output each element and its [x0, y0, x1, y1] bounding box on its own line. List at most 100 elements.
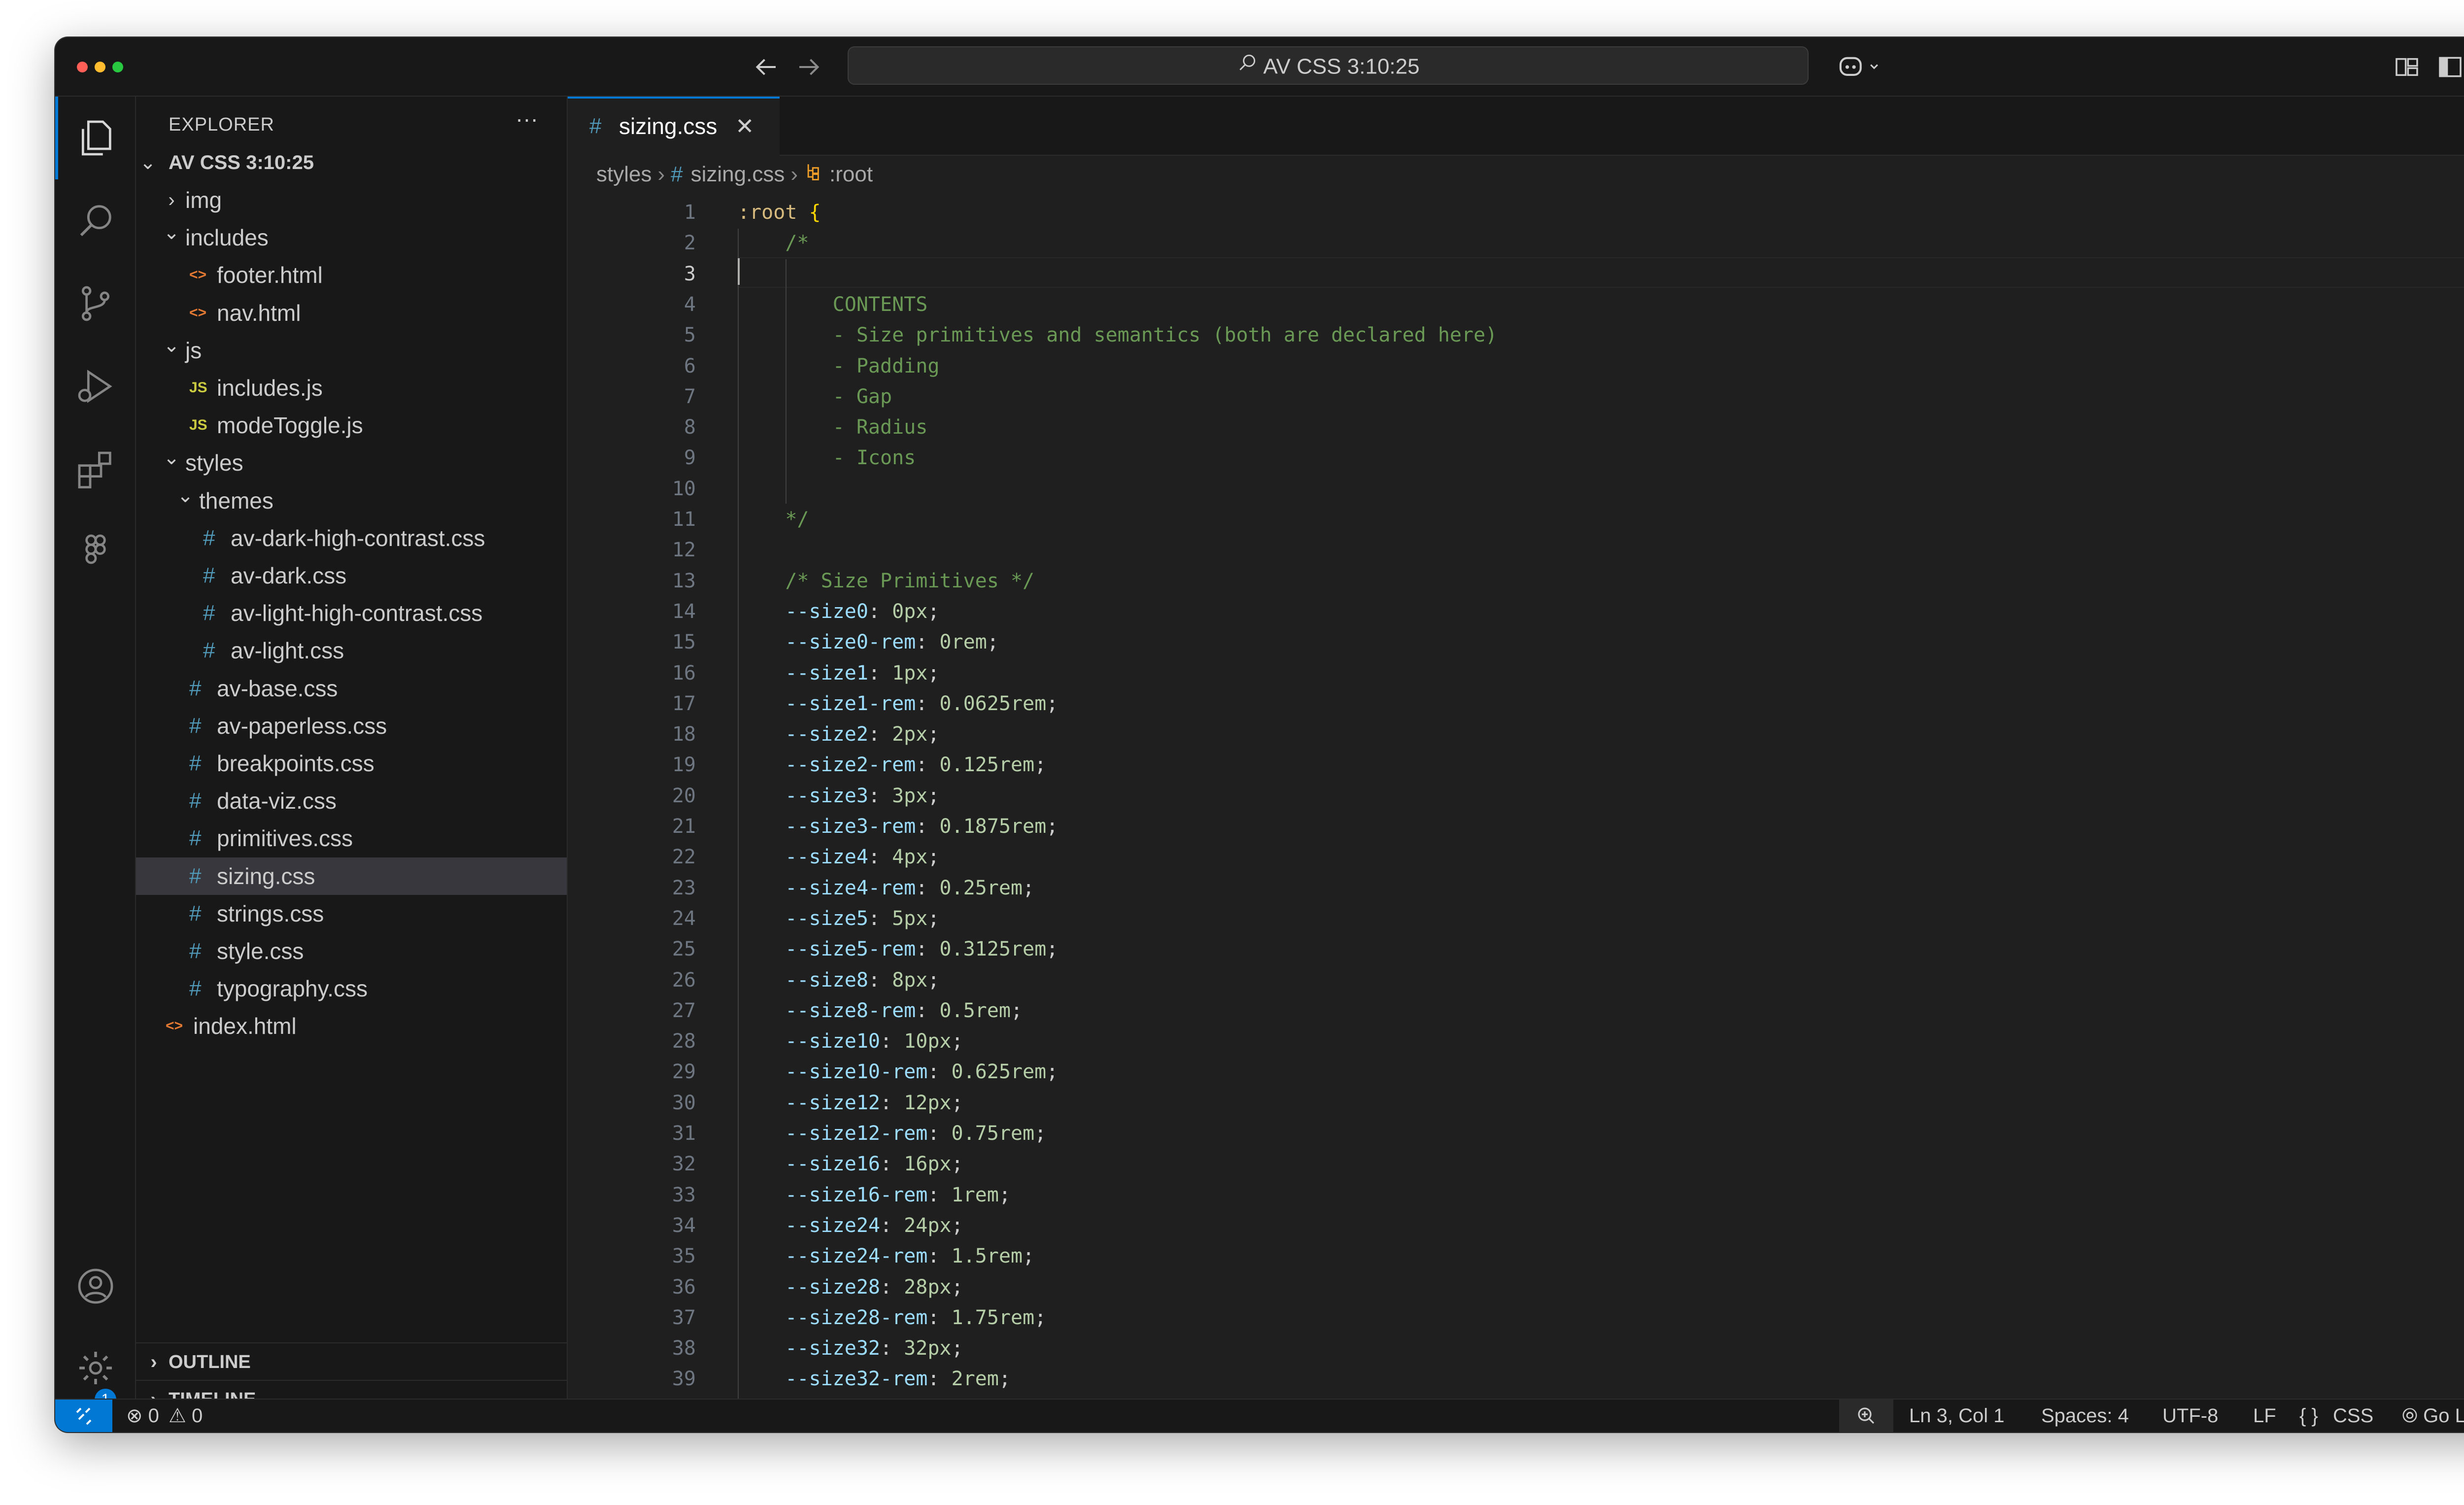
code-token: 12px	[904, 1091, 952, 1114]
chevron-down-icon: ⌄	[139, 152, 156, 173]
warning-count: 0	[192, 1405, 203, 1427]
toggle-primary-sidebar-icon[interactable]	[2436, 53, 2464, 81]
file-item[interactable]: # av-light-high-contrast.css	[136, 594, 567, 632]
account-icon[interactable]	[74, 1265, 117, 1308]
code-token: /* Size Primitives */	[738, 569, 1035, 592]
tree-item-label: includes.js	[217, 375, 323, 401]
code-line: --size1-rem: 0.0625rem;	[738, 688, 1058, 719]
code-token: ;	[1022, 1245, 1035, 1268]
line-number: 33	[672, 1183, 696, 1206]
line-number: 3	[684, 262, 696, 285]
encoding[interactable]: UTF-8	[2162, 1400, 2218, 1432]
breadcrumb-symbol[interactable]: :root	[829, 162, 873, 186]
problems-indicator[interactable]: ⊗ 0 ⚠ 0	[126, 1400, 203, 1432]
search-icon[interactable]	[74, 199, 117, 242]
customize-layout-icon[interactable]	[2393, 53, 2421, 81]
code-line: - Padding	[738, 351, 940, 381]
copilot-icon[interactable]	[1837, 53, 1886, 81]
file-item[interactable]: # av-dark.css	[136, 557, 567, 594]
extensions-icon[interactable]	[74, 447, 117, 491]
file-item[interactable]: # typography.css	[136, 970, 567, 1007]
command-center-search[interactable]: AV CSS 3:10:25	[848, 46, 1809, 85]
arrow-left-icon[interactable]	[751, 52, 781, 82]
css-file-icon: #	[189, 751, 202, 775]
source-control-icon[interactable]	[74, 282, 117, 325]
file-item[interactable]: <> nav.html	[136, 294, 567, 332]
zoom-icon[interactable]	[1839, 1400, 1893, 1432]
file-item[interactable]: # av-paperless.css	[136, 707, 567, 745]
code-token: 0.5rem	[939, 999, 1011, 1022]
indentation[interactable]: Spaces: 4	[2041, 1400, 2129, 1432]
code-editor[interactable]: 1:root {2 /* 3 4 CONTENTS 5 - Size primitiv…	[568, 195, 2464, 1399]
code-token: :	[880, 1337, 904, 1360]
remote-indicator[interactable]	[55, 1400, 112, 1432]
code-token: :	[927, 1122, 952, 1145]
minimize-window-button[interactable]	[95, 62, 105, 72]
breadcrumb-styles[interactable]: styles	[596, 162, 651, 186]
file-item[interactable]: <> footer.html	[136, 256, 567, 294]
folder-item[interactable]: ⌄ js	[136, 332, 567, 369]
settings-gear-icon[interactable]	[74, 1346, 117, 1390]
figma-icon[interactable]	[74, 530, 117, 574]
line-number: 38	[672, 1337, 696, 1360]
file-item[interactable]: <> index.html	[136, 1007, 567, 1045]
code-line: - Radius	[738, 412, 928, 443]
code-token: --size16-rem	[738, 1183, 928, 1206]
close-window-button[interactable]	[77, 62, 88, 72]
files-icon[interactable]	[74, 116, 117, 160]
maximize-window-button[interactable]	[112, 62, 123, 72]
outline-section[interactable]: › OUTLINE	[136, 1342, 567, 1381]
go-live-button[interactable]: ⦾ Go Live	[2402, 1400, 2464, 1432]
close-icon[interactable]: ✕	[735, 99, 754, 154]
arrow-right-icon[interactable]	[794, 52, 824, 82]
css-file-icon: #	[189, 939, 202, 963]
run-debug-icon[interactable]	[74, 365, 117, 408]
tree-item-label: primitives.css	[217, 825, 353, 852]
code-line: --size2: 2px;	[738, 719, 939, 750]
workspace-root[interactable]: ⌄ AV CSS 3:10:25	[136, 144, 567, 181]
code-token: :	[927, 1060, 952, 1084]
code-line: --size8-rem: 0.5rem;	[738, 995, 1023, 1026]
breadcrumb-file[interactable]: sizing.css	[691, 162, 785, 186]
end-of-line[interactable]: LF	[2253, 1400, 2276, 1432]
file-item[interactable]: # data-viz.css	[136, 782, 567, 820]
code-token: - Radius	[738, 416, 928, 439]
file-item[interactable]: JS modeToggle.js	[136, 407, 567, 444]
code-line: --size28-rem: 1.75rem;	[738, 1302, 1046, 1333]
file-item[interactable]: # primitives.css	[136, 820, 567, 857]
code-token: 0rem	[939, 631, 987, 654]
folder-item[interactable]: ⌄ themes	[136, 482, 567, 519]
cursor-position[interactable]: Ln 3, Col 1	[1909, 1400, 2004, 1432]
file-item[interactable]: # breakpoints.css	[136, 745, 567, 782]
tab-sizing-css[interactable]: # sizing.css ✕	[568, 97, 780, 156]
line-number: 11	[672, 508, 696, 531]
code-token: --size28-rem	[738, 1306, 928, 1329]
language-mode[interactable]: CSS	[2333, 1400, 2373, 1432]
folder-item[interactable]: › img	[136, 181, 567, 219]
html-file-icon: <>	[189, 304, 207, 321]
line-number: 9	[684, 446, 696, 470]
folder-item[interactable]: ⌄ includes	[136, 219, 567, 256]
folder-item[interactable]: ⌄ styles	[136, 444, 567, 481]
file-item[interactable]: # av-dark-high-contrast.css	[136, 519, 567, 557]
code-token: --size0	[738, 600, 868, 623]
file-item[interactable]: # strings.css	[136, 895, 567, 932]
code-token: {	[809, 201, 821, 224]
tree-item-label: js	[185, 337, 202, 363]
code-token: ;	[927, 600, 940, 623]
tree-item-label: footer.html	[217, 262, 323, 288]
explorer-more-button[interactable]: ···	[515, 105, 538, 132]
code-token: :	[916, 999, 940, 1022]
code-token: ;	[951, 1337, 963, 1360]
code-token: :root	[738, 201, 797, 224]
code-line: --size32: 32px;	[738, 1333, 963, 1364]
code-line: */	[738, 504, 809, 535]
file-item[interactable]: # style.css	[136, 932, 567, 970]
file-item[interactable]: # sizing.css	[136, 857, 567, 895]
file-item[interactable]: # av-light.css	[136, 632, 567, 669]
file-item[interactable]: JS includes.js	[136, 369, 567, 407]
file-item[interactable]: # av-base.css	[136, 670, 567, 707]
html-file-icon: <>	[189, 267, 207, 283]
code-token: 10px	[904, 1030, 952, 1053]
code-token: --size1-rem	[738, 692, 916, 715]
